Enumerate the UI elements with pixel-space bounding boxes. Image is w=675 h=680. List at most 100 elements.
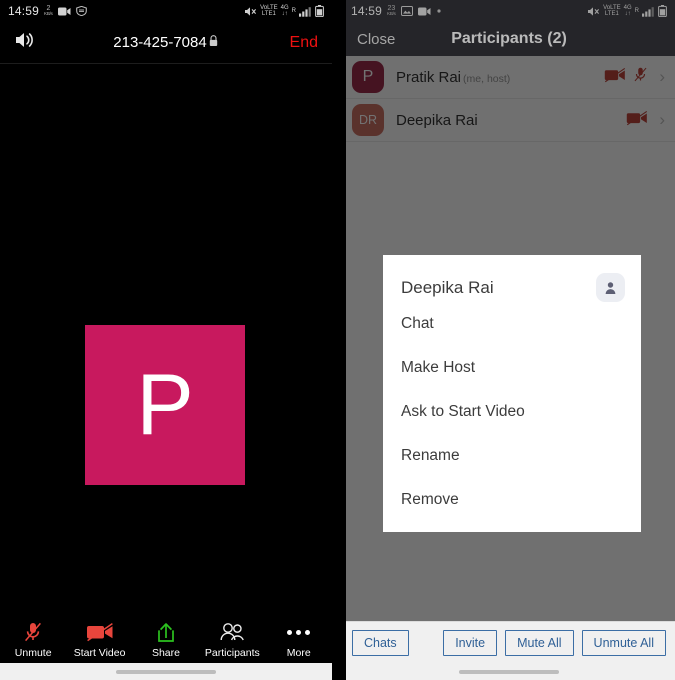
dot-icon xyxy=(436,8,442,14)
volte-icon: VoLTE LTE1 xyxy=(603,5,621,18)
call-title: 213-425-7084 xyxy=(0,34,332,51)
status-left-group: 14:59 2 KB/s xyxy=(8,4,87,18)
more-dots-icon xyxy=(287,621,311,643)
avatar-initial: P xyxy=(136,357,194,453)
screen-edge xyxy=(343,0,346,680)
mic-muted-icon xyxy=(23,621,43,643)
video-off-icon[interactable] xyxy=(604,67,626,88)
volte-label: VoLTE xyxy=(260,4,278,11)
participant-row-guest[interactable]: DR Deepika Rai › xyxy=(343,99,675,142)
status-time: 14:59 xyxy=(8,4,40,18)
video-camera-icon xyxy=(57,7,71,16)
mic-muted-icon[interactable] xyxy=(633,66,648,88)
invite-button[interactable]: Invite xyxy=(443,629,498,656)
home-indicator[interactable] xyxy=(459,669,559,674)
participant-video-tile[interactable]: P xyxy=(85,325,245,485)
mute-all-button[interactable]: Mute All xyxy=(505,629,574,656)
dialog-item-make-host[interactable]: Make Host xyxy=(383,346,641,390)
participant-name: Pratik Rai xyxy=(396,68,462,86)
volte-icon: VoLTE LTE1 xyxy=(260,5,278,18)
unmute-all-button[interactable]: Unmute All xyxy=(581,629,666,656)
participant-action-dialog: Deepika Rai Chat Make Host Ask to Start … xyxy=(383,255,641,532)
avatar-initials: DR xyxy=(358,113,378,127)
participants-list: P Pratik Rai (me, host) › DR Deepika Rai… xyxy=(343,56,675,621)
right-home-indicator-area xyxy=(343,663,675,680)
network-type-icon: 4G ↓↑ xyxy=(281,5,289,18)
panel-divider xyxy=(332,0,343,680)
lock-icon xyxy=(208,34,219,51)
home-indicator[interactable] xyxy=(116,669,216,674)
video-off-icon[interactable] xyxy=(626,110,648,131)
data-rate-indicator: 23 KB/s xyxy=(387,5,396,17)
chevron-right-icon[interactable]: › xyxy=(659,67,665,87)
volte-label: VoLTE xyxy=(603,4,621,11)
action-bar-right-group: Invite Mute All Unmute All xyxy=(443,629,666,656)
call-header: 213-425-7084 End xyxy=(0,22,332,64)
dialog-item-remove[interactable]: Remove xyxy=(383,478,641,522)
roaming-label: R xyxy=(634,7,639,14)
left-home-indicator-area xyxy=(0,663,332,680)
data-rate-indicator: 2 KB/s xyxy=(44,5,53,17)
status-time: 14:59 xyxy=(351,4,383,18)
network-label: 4G xyxy=(280,4,289,11)
close-button[interactable]: Close xyxy=(357,31,395,48)
right-status-bar: 14:59 23 KB/s VoLTE LTE1 4G ↓↑ R xyxy=(343,0,675,22)
start-video-label: Start Video xyxy=(73,647,126,659)
battery-icon xyxy=(315,5,324,17)
share-label: Share xyxy=(151,647,180,659)
status-right-group: VoLTE LTE1 4G ↓↑ R xyxy=(587,5,667,18)
signal-icon xyxy=(642,6,655,17)
more-button[interactable]: More xyxy=(266,621,332,659)
start-video-button[interactable]: Start Video xyxy=(67,621,133,659)
lte-label: LTE1 xyxy=(261,11,276,17)
dialog-title: Deepika Rai xyxy=(401,277,494,297)
participants-header: Close Participants (2) xyxy=(343,22,675,56)
dialog-item-chat[interactable]: Chat xyxy=(383,302,641,346)
status-right-group: VoLTE LTE1 4G ↓↑ R xyxy=(244,5,324,18)
dialog-item-ask-to-start-video[interactable]: Ask to Start Video xyxy=(383,390,641,434)
mute-icon xyxy=(244,6,257,17)
network-label: 4G xyxy=(623,4,632,11)
share-button[interactable]: Share xyxy=(133,621,199,659)
person-icon[interactable] xyxy=(596,273,625,302)
chats-button[interactable]: Chats xyxy=(352,629,409,656)
dual-phone-screenshot: 14:59 2 KB/s VoLTE LTE1 4G ↓↑ R 213-425-… xyxy=(0,0,675,680)
phone-number: 213-425-7084 xyxy=(113,34,207,51)
participants-action-bar: Chats Invite Mute All Unmute All xyxy=(343,621,675,663)
participant-status-icons: › xyxy=(604,66,665,88)
unmute-label: Unmute xyxy=(14,647,52,659)
data-rate-unit: KB/s xyxy=(387,11,396,17)
status-left-group: 14:59 23 KB/s xyxy=(351,4,442,18)
signal-icon xyxy=(299,6,312,17)
roaming-icon: R xyxy=(635,8,639,14)
end-call-button[interactable]: End xyxy=(290,34,318,52)
unmute-button[interactable]: Unmute xyxy=(0,621,66,659)
call-toolbar: Unmute Start Video Share Participants Mo… xyxy=(0,617,332,663)
participant-status-icons: › xyxy=(626,110,665,131)
lte-label: LTE1 xyxy=(604,11,619,17)
data-rate-unit: KB/s xyxy=(44,11,53,17)
shield-icon xyxy=(75,6,87,16)
left-phone-panel: 14:59 2 KB/s VoLTE LTE1 4G ↓↑ R 213-425-… xyxy=(0,0,332,680)
roaming-icon: R xyxy=(292,8,296,14)
video-stage[interactable]: P xyxy=(0,64,332,617)
dialog-item-rename[interactable]: Rename xyxy=(383,434,641,478)
participant-row-host[interactable]: P Pratik Rai (me, host) › xyxy=(343,56,675,99)
right-phone-panel: 14:59 23 KB/s VoLTE LTE1 4G ↓↑ R Close P… xyxy=(343,0,675,680)
roaming-label: R xyxy=(291,7,296,14)
participants-button[interactable]: Participants xyxy=(199,621,265,659)
participant-name-group: Pratik Rai (me, host) xyxy=(396,69,510,86)
share-upload-icon xyxy=(156,621,176,643)
participant-name-group: Deepika Rai xyxy=(396,112,478,129)
network-arrows: ↓↑ xyxy=(281,11,288,17)
left-status-bar: 14:59 2 KB/s VoLTE LTE1 4G ↓↑ R xyxy=(0,0,332,22)
more-label: More xyxy=(286,647,311,659)
avatar: DR xyxy=(352,104,384,136)
speaker-icon xyxy=(14,31,36,54)
speaker-button[interactable] xyxy=(14,31,36,54)
chevron-right-icon[interactable]: › xyxy=(659,110,665,130)
avatar-initials: P xyxy=(362,68,374,85)
participants-label: Participants xyxy=(204,647,260,659)
video-off-icon xyxy=(86,621,114,643)
video-camera-icon xyxy=(417,7,431,16)
